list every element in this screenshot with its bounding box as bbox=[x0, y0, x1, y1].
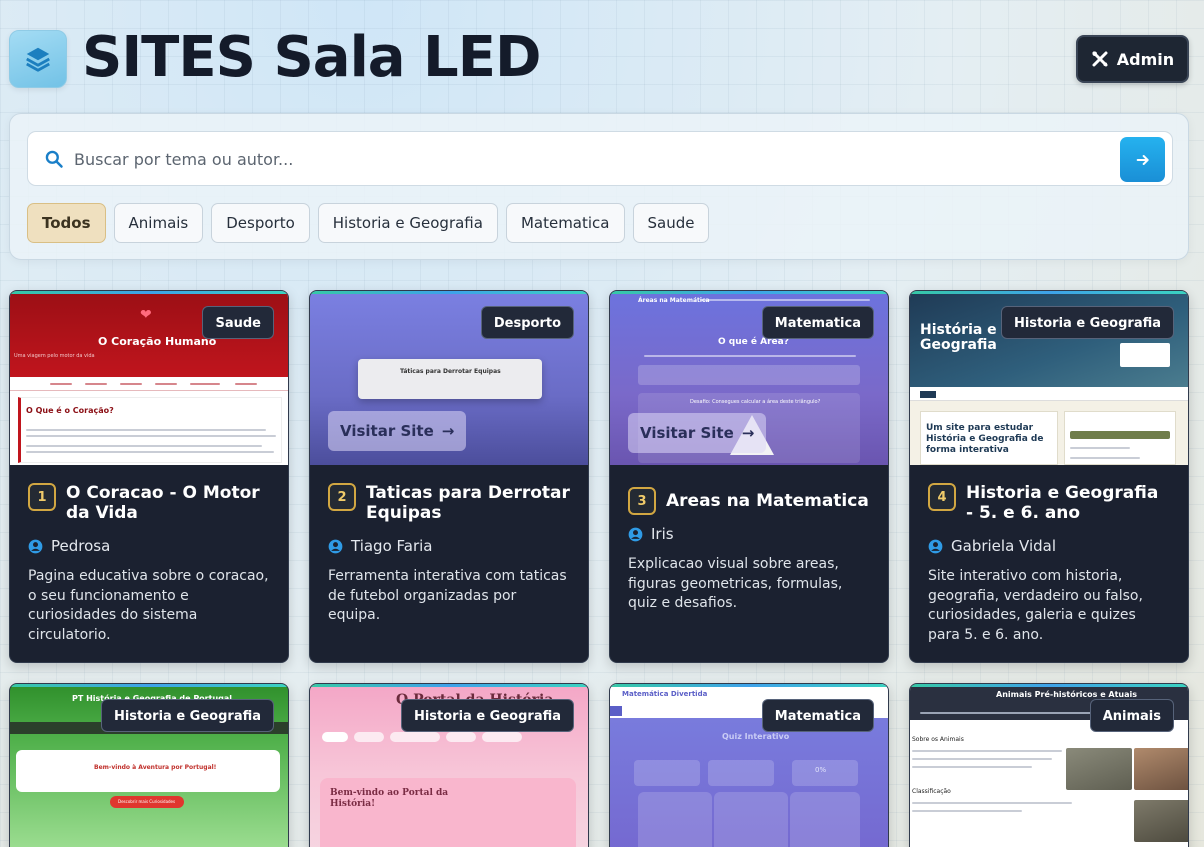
card-description: Site interativo com historia, geografia,… bbox=[928, 568, 1143, 643]
visit-site-button[interactable]: Visitar Site → bbox=[328, 411, 467, 451]
card-description: Explicacao visual sobre areas, figuras g… bbox=[628, 556, 843, 611]
card-number: 3 bbox=[628, 487, 656, 515]
arrow-right-icon bbox=[1136, 154, 1149, 165]
category-badge: Historia e Geografia bbox=[1000, 306, 1174, 339]
tools-icon bbox=[1092, 51, 1108, 67]
preview-welcome: Bem-vindo ao Portal da História! bbox=[330, 788, 449, 809]
filter-animais[interactable]: Animais bbox=[113, 203, 204, 243]
heart-icon: ❤ bbox=[140, 307, 152, 323]
card-number: 2 bbox=[328, 483, 356, 511]
preview-section-2: Classificação bbox=[912, 788, 951, 795]
site-card[interactable]: História e Geografia Um site para estuda… bbox=[909, 290, 1189, 663]
user-circle-icon bbox=[628, 527, 643, 541]
user-circle-icon bbox=[28, 539, 43, 553]
user-circle-icon bbox=[328, 539, 343, 553]
preview-challenge: Desafio: Consegues calcular a área deste… bbox=[690, 399, 821, 405]
filter-historia-e-geografia[interactable]: Historia e Geografia bbox=[317, 203, 498, 243]
layers-icon bbox=[26, 47, 50, 72]
card-number: 1 bbox=[28, 483, 56, 511]
card-body: 3 Areas na Matematica Iris Explicacao vi… bbox=[610, 465, 888, 632]
card-title: O Coracao - O Motor da Vida bbox=[66, 483, 260, 523]
card-body: 4 Historia e Geografia - 5. e 6. ano Gab… bbox=[910, 465, 1188, 662]
site-card[interactable]: ❤ O Coração Humano Uma viagem pelo motor… bbox=[9, 290, 289, 663]
category-badge: Historia e Geografia bbox=[400, 699, 574, 732]
preview-brand: Matemática Divertida bbox=[622, 690, 708, 698]
preview-heading: História e Geografia bbox=[920, 322, 997, 353]
visit-site-button[interactable]: Visitar Site → bbox=[628, 413, 767, 453]
site-card[interactable]: O Portal da História Bem-vindo ao Portal… bbox=[309, 683, 589, 847]
search-icon bbox=[45, 150, 63, 168]
card-author: Pedrosa bbox=[51, 537, 111, 555]
arrow-right-icon: → bbox=[741, 424, 755, 442]
card-title: Areas na Matematica bbox=[666, 491, 869, 511]
card-title: Historia e Geografia - 5. e 6. ano bbox=[966, 483, 1159, 523]
search-input[interactable] bbox=[74, 140, 1114, 178]
visit-site-label: Visitar Site bbox=[340, 422, 434, 440]
preview-heading: Quiz Interativo bbox=[722, 732, 790, 741]
card-body: 1 O Coracao - O Motor da Vida Pedrosa Pa… bbox=[10, 465, 288, 662]
visit-site-label: Visitar Site bbox=[640, 424, 734, 442]
preview-heading: O Coração Humano bbox=[98, 335, 217, 348]
card-description: Pagina educativa sobre o coracao, o seu … bbox=[28, 568, 269, 643]
preview-stat: 0% bbox=[815, 766, 827, 774]
filter-saude[interactable]: Saude bbox=[632, 203, 710, 243]
card-title: Taticas para Derrotar Equipas bbox=[366, 483, 570, 523]
site-card[interactable]: PT História e Geografia de Portugal Bem-… bbox=[9, 683, 289, 847]
site-card[interactable]: Animais Pré-históricos e Atuais Sobre os… bbox=[909, 683, 1189, 847]
card-author: Iris bbox=[651, 525, 674, 543]
admin-label: Admin bbox=[1116, 49, 1175, 69]
admin-button[interactable]: Admin bbox=[1076, 35, 1189, 83]
user-circle-icon bbox=[928, 539, 943, 553]
category-badge: Desporto bbox=[480, 306, 574, 339]
card-author: Tiago Faria bbox=[351, 537, 433, 555]
category-badge: Matematica bbox=[761, 699, 874, 732]
filter-desporto[interactable]: Desporto bbox=[211, 203, 310, 243]
category-badge: Historia e Geografia bbox=[100, 699, 274, 732]
search-submit-button[interactable] bbox=[1120, 137, 1165, 182]
card-description: Ferramenta interativa com taticas de fut… bbox=[328, 568, 567, 623]
search-panel: Todos Animais Desporto Historia e Geogra… bbox=[9, 113, 1189, 260]
preview-brand: Áreas na Matemática bbox=[638, 297, 710, 304]
preview-tagline: Um site para estudar História e Geografi… bbox=[926, 423, 1044, 455]
page-title: SITES Sala LED bbox=[82, 25, 541, 90]
app-logo bbox=[9, 30, 67, 88]
preview-welcome: Bem-vindo à Aventura por Portugal! bbox=[94, 764, 217, 771]
category-badge: Saude bbox=[202, 306, 274, 339]
site-card[interactable]: Áreas na Matemática O que é Área? Desafi… bbox=[609, 290, 889, 663]
site-card[interactable]: Táticas para Derrotar Equipas Visitar Si… bbox=[309, 290, 589, 663]
card-number: 4 bbox=[928, 483, 956, 511]
card-author: Gabriela Vidal bbox=[951, 537, 1057, 555]
category-filters: Todos Animais Desporto Historia e Geogra… bbox=[27, 203, 710, 243]
preview-button: Descobrir mais Curiosidades bbox=[118, 799, 176, 804]
filter-todos[interactable]: Todos bbox=[27, 203, 106, 243]
site-card[interactable]: Matemática Divertida Quiz Interativo 0% … bbox=[609, 683, 889, 847]
filter-matematica[interactable]: Matematica bbox=[505, 203, 625, 243]
card-body: 2 Taticas para Derrotar Equipas Tiago Fa… bbox=[310, 465, 588, 644]
preview-heading: Animais Pré-históricos e Atuais bbox=[996, 690, 1138, 699]
category-badge: Matematica bbox=[761, 306, 874, 339]
search-box bbox=[27, 131, 1173, 186]
arrow-right-icon: → bbox=[441, 422, 455, 440]
preview-subheading: Uma viagem pelo motor da vida bbox=[14, 353, 95, 359]
category-badge: Animais bbox=[1089, 699, 1174, 732]
preview-section-1: Sobre os Animais bbox=[912, 736, 964, 743]
preview-heading: Táticas para Derrotar Equipas bbox=[400, 368, 501, 375]
preview-section: O Que é o Coração? bbox=[26, 406, 114, 415]
